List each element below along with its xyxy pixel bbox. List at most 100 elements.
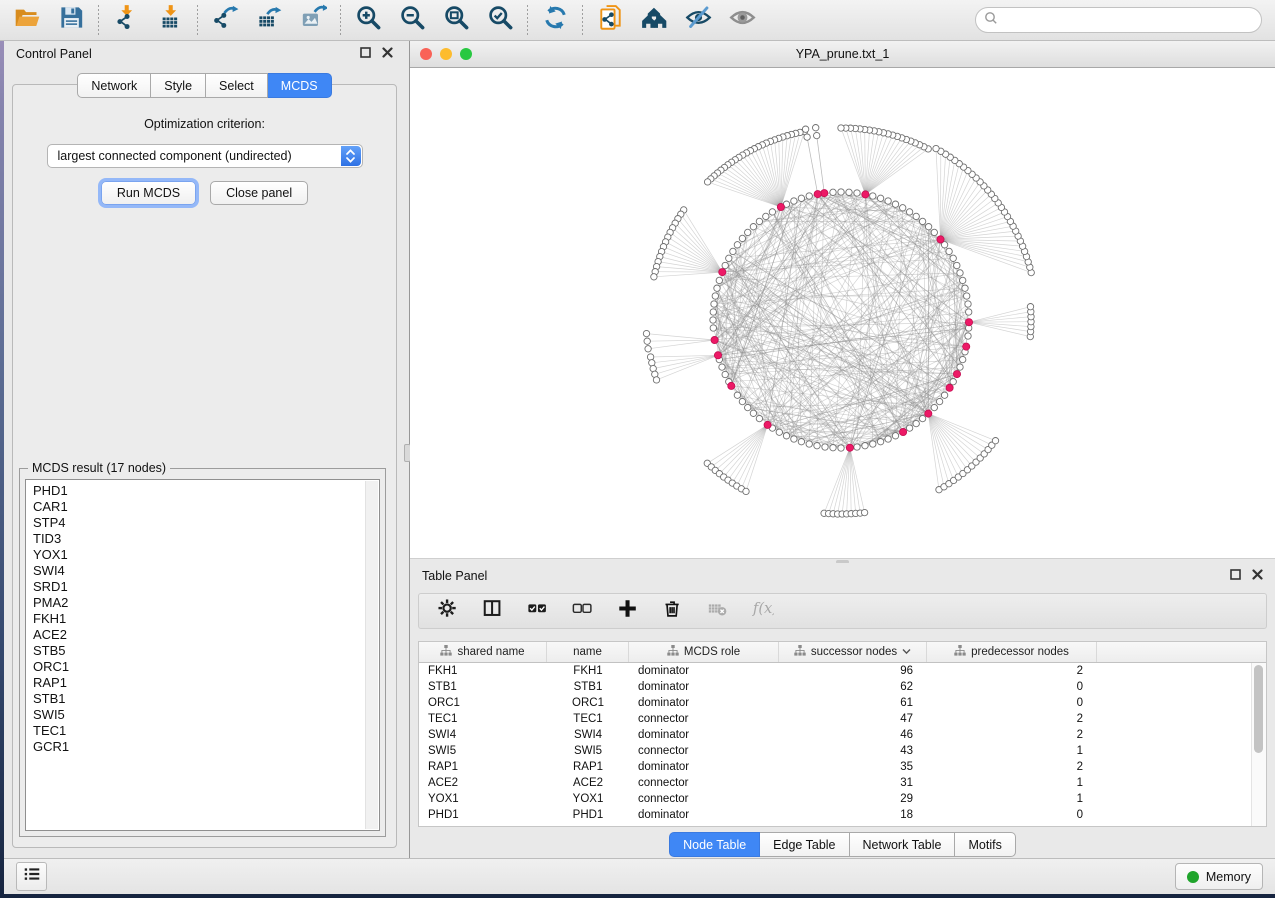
new-network-from-selection-button[interactable] bbox=[596, 6, 624, 34]
table-cell: dominator bbox=[629, 759, 779, 775]
network-graph[interactable] bbox=[410, 68, 1275, 558]
column-type-icon bbox=[667, 645, 679, 659]
zoom-fit-button[interactable] bbox=[442, 6, 470, 34]
tab-node-table[interactable]: Node Table bbox=[669, 832, 760, 857]
optimization-criterion-dropdown[interactable]: largest connected component (undirected) bbox=[47, 144, 363, 168]
result-list-item[interactable]: STB5 bbox=[33, 643, 379, 659]
table-settings-button[interactable] bbox=[436, 599, 460, 623]
node-table[interactable]: shared namenameMCDS rolesuccessor nodesp… bbox=[418, 641, 1267, 827]
zoom-out-button[interactable] bbox=[398, 6, 426, 34]
network-window-titlebar[interactable]: YPA_prune.txt_1 bbox=[410, 41, 1275, 68]
column-header-MCDS-role[interactable]: MCDS role bbox=[629, 642, 779, 662]
result-list-item[interactable]: SWI5 bbox=[33, 707, 379, 723]
table-cell: SWI4 bbox=[419, 727, 547, 743]
sort-descending-icon bbox=[902, 646, 911, 658]
export-image-button[interactable] bbox=[299, 6, 327, 34]
table-cell: TEC1 bbox=[419, 711, 547, 727]
table-panel-tabs: Node TableEdge TableNetwork TableMotifs bbox=[410, 832, 1275, 857]
table-cell: PHD1 bbox=[419, 807, 547, 823]
result-list-item[interactable]: STP4 bbox=[33, 515, 379, 531]
column-header-name[interactable]: name bbox=[547, 642, 629, 662]
refresh-network-icon bbox=[542, 4, 569, 36]
tab-motifs[interactable]: Motifs bbox=[955, 832, 1015, 857]
result-list-item[interactable]: SWI4 bbox=[33, 563, 379, 579]
table-row[interactable]: FKH1FKH1dominator962 bbox=[419, 663, 1266, 679]
result-list-item[interactable]: GCR1 bbox=[33, 739, 379, 755]
run-mcds-button[interactable]: Run MCDS bbox=[101, 181, 196, 205]
minimize-window-icon[interactable] bbox=[440, 48, 452, 60]
result-list-item[interactable]: PMA2 bbox=[33, 595, 379, 611]
column-header-successor-nodes[interactable]: successor nodes bbox=[779, 642, 927, 662]
deselect-all-button[interactable] bbox=[571, 599, 595, 623]
table-cell: 96 bbox=[779, 663, 927, 679]
zoom-in-button[interactable] bbox=[354, 6, 382, 34]
table-row[interactable]: YOX1YOX1connector291 bbox=[419, 791, 1266, 807]
tab-select[interactable]: Select bbox=[206, 73, 268, 98]
table-row[interactable]: SWI4SWI4dominator462 bbox=[419, 727, 1266, 743]
export-network-button[interactable] bbox=[211, 6, 239, 34]
table-row[interactable]: PHD1PHD1dominator180 bbox=[419, 807, 1266, 823]
table-row[interactable]: ORC1ORC1dominator610 bbox=[419, 695, 1266, 711]
column-header-shared-name[interactable]: shared name bbox=[419, 642, 547, 662]
open-session-button[interactable] bbox=[13, 6, 41, 34]
panel-menu-button[interactable] bbox=[16, 862, 47, 891]
split-panel-button[interactable] bbox=[481, 599, 505, 623]
memory-button[interactable]: Memory bbox=[1175, 863, 1263, 890]
table-scrollbar[interactable] bbox=[1251, 663, 1266, 826]
table-cell: dominator bbox=[629, 663, 779, 679]
mcds-result-list[interactable]: PHD1CAR1STP4TID3YOX1SWI4SRD1PMA2FKH1ACE2… bbox=[25, 479, 380, 831]
float-panel-icon[interactable] bbox=[360, 47, 371, 61]
result-list-item[interactable]: ACE2 bbox=[33, 627, 379, 643]
result-list-item[interactable]: PHD1 bbox=[33, 483, 379, 499]
tab-edge-table[interactable]: Edge Table bbox=[760, 832, 849, 857]
result-list-item[interactable]: RAP1 bbox=[33, 675, 379, 691]
tab-network-table[interactable]: Network Table bbox=[850, 832, 956, 857]
close-window-icon[interactable] bbox=[420, 48, 432, 60]
table-row[interactable]: STB1STB1dominator620 bbox=[419, 679, 1266, 695]
search-text-field[interactable] bbox=[1002, 12, 1253, 28]
result-list-item[interactable]: ORC1 bbox=[33, 659, 379, 675]
column-header-predecessor-nodes[interactable]: predecessor nodes bbox=[927, 642, 1097, 662]
result-list-item[interactable]: STB1 bbox=[33, 691, 379, 707]
table-cell: connector bbox=[629, 791, 779, 807]
first-neighbors-button[interactable] bbox=[640, 6, 668, 34]
tab-network[interactable]: Network bbox=[77, 73, 151, 98]
table-cell: SWI5 bbox=[419, 743, 547, 759]
search-input[interactable] bbox=[975, 7, 1262, 33]
result-list-item[interactable]: CAR1 bbox=[33, 499, 379, 515]
save-session-button[interactable] bbox=[57, 6, 85, 34]
network-canvas[interactable] bbox=[410, 68, 1275, 558]
close-panel-button[interactable]: Close panel bbox=[210, 181, 308, 205]
result-list-item[interactable]: FKH1 bbox=[33, 611, 379, 627]
maximize-window-icon[interactable] bbox=[460, 48, 472, 60]
table-cell: dominator bbox=[629, 679, 779, 695]
control-panel-tabs: NetworkStyleSelectMCDS bbox=[4, 73, 405, 98]
tab-mcds[interactable]: MCDS bbox=[268, 73, 332, 98]
table-row[interactable]: RAP1RAP1dominator352 bbox=[419, 759, 1266, 775]
result-list-scrollbar[interactable] bbox=[365, 481, 378, 829]
export-table-button[interactable] bbox=[255, 6, 283, 34]
zoom-fit-icon bbox=[443, 4, 470, 36]
show-all-button[interactable] bbox=[728, 6, 756, 34]
close-panel-icon[interactable] bbox=[1252, 569, 1263, 583]
result-list-item[interactable]: SRD1 bbox=[33, 579, 379, 595]
refresh-network-button[interactable] bbox=[541, 6, 569, 34]
import-table-button[interactable] bbox=[156, 6, 184, 34]
select-all-button[interactable] bbox=[526, 599, 550, 623]
close-panel-icon[interactable] bbox=[382, 47, 393, 61]
add-column-button[interactable] bbox=[616, 599, 640, 623]
zoom-selected-button[interactable] bbox=[486, 6, 514, 34]
float-panel-icon[interactable] bbox=[1230, 569, 1241, 583]
search-icon bbox=[984, 11, 998, 30]
result-list-item[interactable]: YOX1 bbox=[33, 547, 379, 563]
scrollbar-thumb[interactable] bbox=[1254, 665, 1263, 753]
tab-style[interactable]: Style bbox=[151, 73, 206, 98]
delete-column-button[interactable] bbox=[661, 599, 685, 623]
result-list-item[interactable]: TID3 bbox=[33, 531, 379, 547]
table-row[interactable]: TEC1TEC1connector472 bbox=[419, 711, 1266, 727]
table-row[interactable]: SWI5SWI5connector431 bbox=[419, 743, 1266, 759]
hide-selected-button[interactable] bbox=[684, 6, 712, 34]
result-list-item[interactable]: TEC1 bbox=[33, 723, 379, 739]
import-network-button[interactable] bbox=[112, 6, 140, 34]
table-row[interactable]: ACE2ACE2connector311 bbox=[419, 775, 1266, 791]
